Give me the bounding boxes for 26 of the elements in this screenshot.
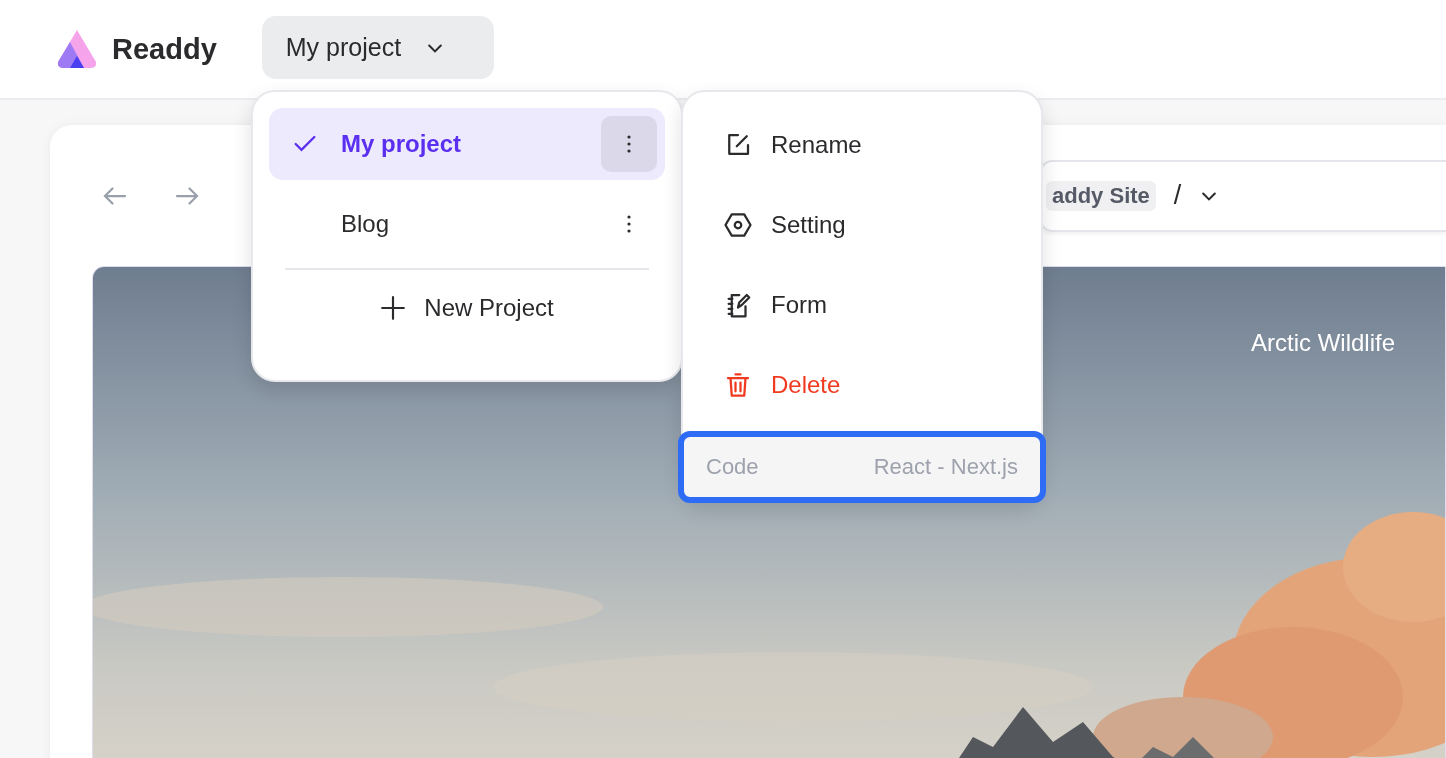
plus-icon bbox=[380, 295, 407, 321]
more-vertical-icon bbox=[626, 134, 632, 154]
address-bar[interactable]: addy Site / bbox=[1040, 159, 1446, 232]
menu-item-label: Rename bbox=[771, 131, 862, 159]
new-project-button[interactable]: New Project bbox=[368, 286, 566, 330]
project-item[interactable]: My project bbox=[269, 108, 665, 180]
framework-value: React - Next.js bbox=[873, 454, 1018, 480]
code-label: Code bbox=[706, 454, 759, 480]
menu-item[interactable]: Rename bbox=[683, 105, 1041, 185]
image-caption: Arctic Wildlife bbox=[1251, 329, 1395, 357]
path-separator: / bbox=[1173, 180, 1182, 211]
project-name: Blog bbox=[341, 210, 390, 238]
menu-item[interactable]: Setting bbox=[683, 185, 1041, 265]
menu-item-label: Delete bbox=[771, 371, 841, 399]
menu-item-label: Form bbox=[771, 291, 827, 319]
menu-item[interactable]: Form bbox=[683, 265, 1041, 345]
project-item[interactable]: Blog bbox=[269, 188, 665, 260]
project-selector[interactable]: My project bbox=[261, 16, 494, 79]
settings-icon bbox=[723, 210, 753, 240]
logo-icon bbox=[56, 28, 98, 70]
menu-item-label: Setting bbox=[771, 211, 846, 239]
more-vertical-icon bbox=[626, 214, 632, 234]
project-name: My project bbox=[341, 130, 462, 158]
brand-name: Readdy bbox=[112, 32, 217, 66]
menu-item[interactable]: Delete bbox=[683, 345, 1041, 425]
site-badge: addy Site bbox=[1046, 180, 1156, 211]
